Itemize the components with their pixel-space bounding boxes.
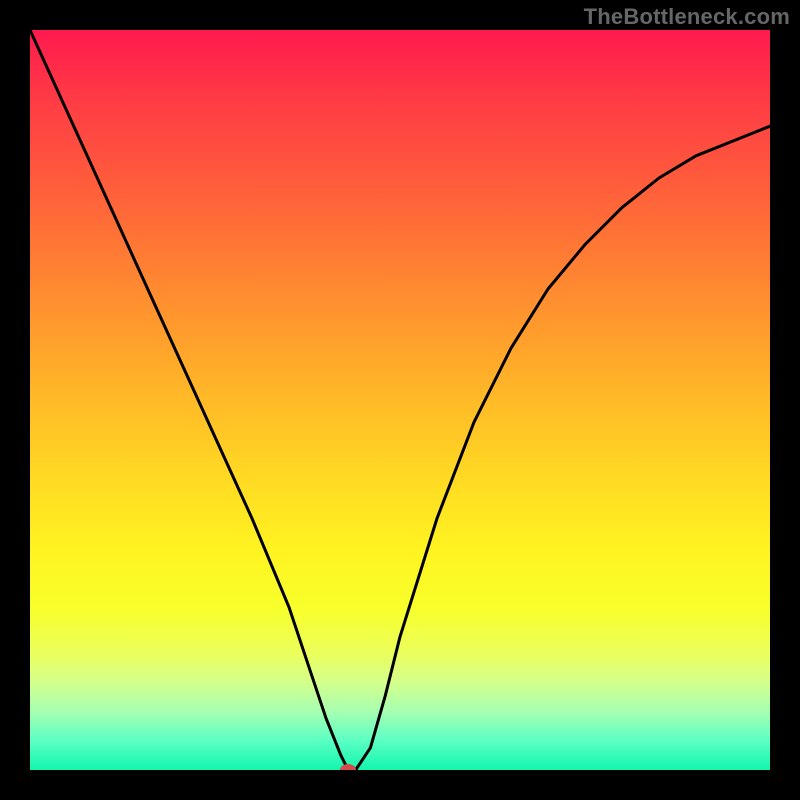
watermark-text: TheBottleneck.com [584, 4, 790, 30]
optimum-dot [340, 764, 356, 770]
bottleneck-curve [30, 30, 770, 770]
chart-frame: TheBottleneck.com [0, 0, 800, 800]
plot-area [30, 30, 770, 770]
